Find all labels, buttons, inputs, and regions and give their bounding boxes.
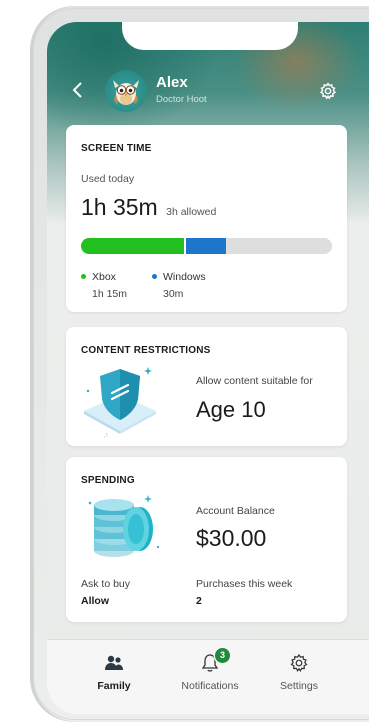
ask-to-buy-label: Ask to buy: [81, 578, 131, 590]
content-restrictions-title: CONTENT RESTRICTIONS: [81, 345, 211, 356]
app-screen: Alex Doctor Hoot SCREEN TIME Used today …: [47, 22, 369, 714]
shield-illustration-icon: [84, 367, 156, 438]
legend-xbox-label: Xbox: [92, 271, 116, 283]
settings-gear-icon: [290, 653, 308, 672]
coins-illustration-icon: [88, 495, 160, 557]
content-restrictions-card[interactable]: CONTENT RESTRICTIONS Allow content suita…: [66, 327, 347, 446]
age-rating-value: Age 10: [196, 397, 266, 422]
family-icon: [105, 655, 123, 670]
screen-time-title: SCREEN TIME: [81, 143, 152, 154]
xbox-dot-icon: [81, 273, 86, 279]
profile-gamertag: Doctor Hoot: [156, 94, 207, 105]
gear-icon: [319, 82, 337, 100]
progress-segment-windows: [186, 238, 226, 254]
allow-content-label: Allow content suitable for: [196, 375, 313, 387]
tab-family[interactable]: Family: [79, 652, 149, 692]
tab-notifications[interactable]: 3 Notifications: [175, 648, 245, 692]
legend-windows-time: 30m: [163, 288, 184, 300]
back-button[interactable]: [69, 79, 87, 101]
legend-xbox: Xbox: [81, 271, 116, 283]
purchases-week-value: 2: [196, 595, 202, 607]
screen-time-progress-bar: [81, 238, 332, 254]
device-notch: [122, 22, 298, 50]
tab-settings-label: Settings: [280, 680, 318, 692]
purchases-week-label: Purchases this week: [196, 578, 293, 590]
used-time: 1h 35m: [81, 194, 158, 220]
spending-title: SPENDING: [81, 475, 135, 486]
ask-to-buy-value: Allow: [81, 595, 109, 607]
profile-header: Alex Doctor Hoot: [47, 70, 369, 114]
spending-card[interactable]: SPENDING Account Balance $30.00 Ask to b…: [66, 457, 347, 622]
tab-notifications-label: Notifications: [181, 680, 239, 692]
notification-badge: 3: [215, 648, 230, 663]
tab-family-label: Family: [97, 680, 131, 692]
bottom-tab-bar: Family 3 Notifications Settings: [47, 639, 369, 714]
account-balance-label: Account Balance: [196, 505, 275, 517]
legend-windows: Windows: [152, 271, 206, 283]
used-today-value: 1h 35m 3h allowed: [81, 194, 216, 221]
tab-settings[interactable]: Settings: [264, 652, 334, 692]
progress-segment-xbox: [81, 238, 184, 254]
account-balance-value: $30.00: [196, 525, 267, 551]
windows-dot-icon: [152, 273, 157, 279]
legend-windows-label: Windows: [163, 271, 206, 283]
allowed-time: 3h allowed: [166, 206, 217, 218]
legend-xbox-time: 1h 15m: [92, 288, 128, 300]
avatar[interactable]: [105, 70, 147, 112]
profile-name: Alex: [156, 74, 188, 91]
used-today-label: Used today: [81, 173, 135, 185]
chevron-left-icon: [72, 82, 82, 98]
owl-avatar-icon: [113, 80, 139, 105]
profile-settings-button[interactable]: [318, 81, 338, 101]
screen-time-card[interactable]: SCREEN TIME Used today 1h 35m 3h allowed…: [66, 125, 347, 312]
